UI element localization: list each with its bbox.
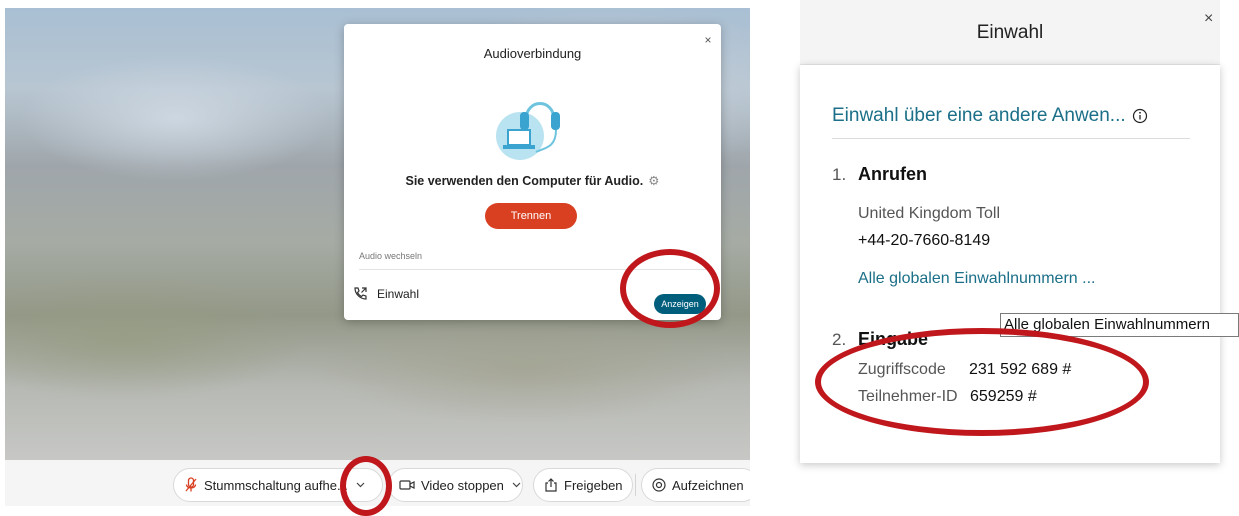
phone-icon — [352, 286, 368, 302]
info-icon[interactable] — [1132, 108, 1148, 129]
share-icon — [544, 478, 558, 492]
close-icon[interactable]: × — [1204, 10, 1213, 28]
highlight-ring-show-button — [620, 249, 720, 328]
divider — [832, 138, 1190, 139]
audio-status-text: Sie verwenden den Computer für Audio. — [405, 174, 644, 188]
audio-dialog-title: Audioverbindung — [483, 46, 582, 61]
stop-video-label: Video stoppen — [421, 477, 504, 493]
disconnect-button[interactable]: Trennen — [485, 203, 577, 229]
dial-in-phone-number[interactable]: +44-20-7660-8149 — [858, 232, 990, 250]
headset-laptop-illustration — [484, 86, 584, 173]
dial-in-country: United Kingdom Toll — [858, 205, 1001, 222]
switch-audio-label: Audio wechseln — [359, 251, 423, 261]
dial-in-option[interactable]: Einwahl — [352, 286, 419, 302]
divider — [635, 474, 636, 496]
step-number: 1. — [832, 165, 847, 184]
close-icon[interactable]: × — [700, 32, 716, 48]
record-button[interactable]: Aufzeichnen — [641, 468, 750, 502]
unmute-label: Stummschaltung aufhe... — [204, 477, 348, 493]
highlight-ring-codes — [815, 328, 1149, 436]
alternate-app-link[interactable]: Einwahl über eine andere Anwen... — [832, 105, 1126, 127]
dial-in-label: Einwahl — [377, 287, 420, 301]
global-numbers-link[interactable]: Alle globalen Einwahlnummern ... — [858, 270, 1095, 288]
highlight-ring-chevron — [340, 456, 392, 516]
dial-in-title: Einwahl — [976, 22, 1044, 43]
video-camera-icon — [399, 479, 415, 491]
microphone-muted-icon — [184, 477, 198, 493]
share-button[interactable]: Freigeben — [533, 468, 633, 502]
audio-status-message: Sie verwenden den Computer für Audio. ⚙ — [344, 173, 721, 188]
record-icon — [652, 478, 666, 492]
share-label: Freigeben — [564, 477, 623, 493]
step-number: 2. — [832, 330, 847, 349]
record-label: Aufzeichnen — [672, 477, 744, 493]
chevron-down-icon[interactable] — [512, 482, 521, 488]
stop-video-button[interactable]: Video stoppen — [388, 468, 523, 502]
step-title-call: Anrufen — [858, 164, 927, 184]
gear-icon[interactable]: ⚙ — [648, 174, 659, 188]
dial-in-header: Einwahl × — [800, 0, 1220, 65]
